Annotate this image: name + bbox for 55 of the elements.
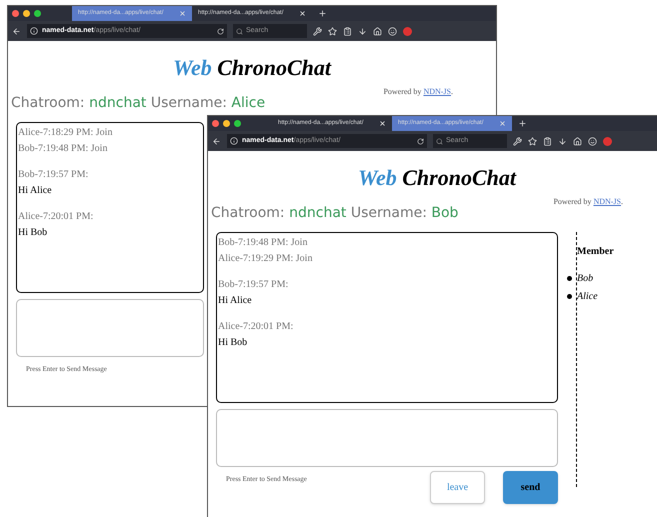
wrench-icon[interactable] — [513, 136, 522, 146]
powered-by-text: Powered by NDN-JS. — [383, 86, 453, 98]
new-tab-icon[interactable] — [518, 119, 527, 128]
message-text: Hi Bob — [218, 336, 248, 350]
send-button[interactable]: send — [503, 471, 558, 504]
star-icon[interactable] — [528, 136, 537, 146]
members-heading: Member — [577, 245, 614, 259]
download-icon[interactable] — [558, 136, 567, 146]
search-icon — [436, 138, 443, 144]
clipboard-icon[interactable] — [343, 26, 352, 36]
message-text: Hi Alice — [18, 184, 52, 198]
search-icon — [236, 28, 243, 34]
powered-by-text: Powered by NDN-JS. — [553, 196, 623, 208]
info-icon — [230, 137, 238, 145]
logo-text: Web ChronoChat — [358, 167, 516, 189]
message-header: Bob-7:19:57 PM: — [218, 278, 288, 292]
message-header: Alice-7:20:01 PM: — [18, 210, 94, 224]
logo-text: Web ChronoChat — [173, 57, 331, 79]
clipboard-icon[interactable] — [543, 136, 552, 146]
bullet-icon — [567, 276, 572, 281]
message-input-field[interactable] — [16, 299, 204, 357]
message-header: Bob-7:19:57 PM: — [18, 168, 88, 182]
join-message: Alice-7:18:29 PM: Join — [18, 126, 112, 140]
new-tab-icon[interactable] — [318, 9, 327, 18]
close-tab-icon[interactable] — [299, 10, 306, 17]
badge-icon[interactable] — [403, 26, 412, 36]
close-tab-icon[interactable] — [379, 120, 386, 127]
info-icon — [30, 27, 38, 35]
badge-icon[interactable] — [603, 136, 612, 146]
smiley-icon[interactable] — [588, 136, 597, 146]
back-icon[interactable] — [212, 136, 221, 146]
ndn-js-link[interactable]: NDN-JS — [423, 87, 451, 96]
wrench-icon[interactable] — [313, 26, 322, 36]
message-header: Alice-7:20:01 PM: — [218, 320, 294, 334]
home-icon[interactable] — [573, 136, 582, 146]
smiley-icon[interactable] — [388, 26, 397, 36]
reload-icon[interactable] — [217, 28, 224, 34]
star-icon[interactable] — [328, 26, 337, 36]
download-icon[interactable] — [358, 26, 367, 36]
chatroom-heading: Chatroom: ndnchat Username: Bob — [211, 206, 460, 220]
join-message: Alice-7:19:29 PM: Join — [218, 252, 312, 266]
chatroom-heading: Chatroom: ndnchat Username: Alice — [11, 96, 266, 110]
leave-button[interactable]: leave — [430, 471, 485, 504]
reload-icon[interactable] — [417, 138, 424, 144]
bullet-icon — [567, 294, 572, 299]
member-name: Alice — [577, 290, 598, 304]
home-icon[interactable] — [373, 26, 382, 36]
ndn-js-link[interactable]: NDN-JS — [593, 197, 621, 206]
join-message: Bob-7:19:48 PM: Join — [218, 236, 308, 250]
back-icon[interactable] — [12, 26, 21, 36]
join-message: Bob-7:19:48 PM: Join — [18, 142, 108, 156]
member-name: Bob — [577, 272, 594, 286]
message-text: Hi Bob — [18, 226, 48, 240]
message-input-field[interactable] — [216, 409, 558, 467]
message-text: Hi Alice — [218, 294, 252, 308]
